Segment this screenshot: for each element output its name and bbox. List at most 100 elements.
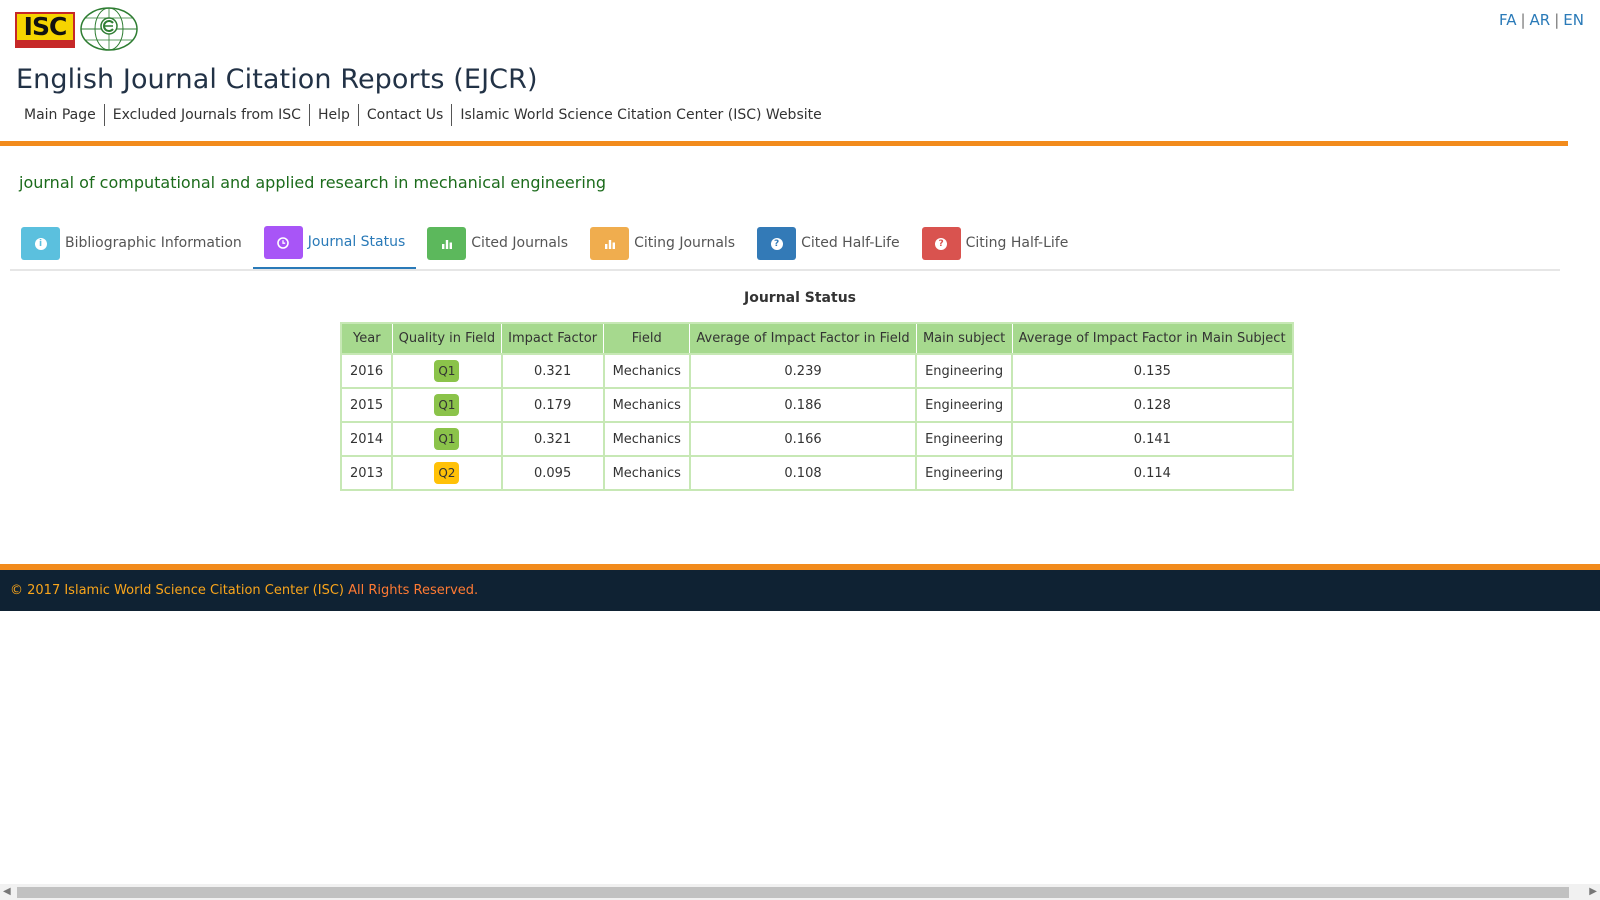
globe-logo-icon	[80, 7, 138, 51]
isc-logo-text: ISC	[23, 12, 68, 41]
cell-field: Mechanics	[602, 387, 691, 423]
top-navigation: Main Page Excluded Journals from ISC Hel…	[16, 104, 830, 126]
table-caption: Journal Status	[744, 290, 856, 306]
tab-cited-half-life[interactable]: ? Cited Half-Life	[746, 223, 911, 269]
quality-badge: Q1	[434, 394, 460, 416]
bar-chart-icon	[441, 239, 452, 249]
journal-status-table: Year Quality in Field Impact Factor Fiel…	[339, 322, 1294, 491]
cell-impact-factor: 0.321	[500, 421, 605, 457]
cell-avg-if-field: 0.108	[688, 455, 918, 491]
tab-icon-box: ?	[921, 227, 961, 260]
tab-icon-box	[427, 227, 467, 260]
cell-impact-factor: 0.321	[500, 353, 605, 389]
tab-journal-status[interactable]: Journal Status	[252, 223, 417, 269]
cell-main-subject: Engineering	[915, 387, 1014, 423]
language-link-ar[interactable]: AR	[1530, 11, 1551, 29]
tab-label: Citing Half-Life	[965, 235, 1069, 251]
isc-logo[interactable]: ISC	[15, 6, 139, 54]
tab-citing-half-life[interactable]: ? Citing Half-Life	[911, 223, 1080, 269]
table-row: 2015 Q1 0.179 Mechanics 0.186 Engineerin…	[339, 387, 1294, 423]
column-header-avg-if-field: Average of Impact Factor in Field	[689, 322, 917, 355]
column-header-avg-if-main: Average of Impact Factor in Main Subject	[1011, 322, 1294, 355]
tab-citing-journals[interactable]: Citing Journals	[579, 223, 746, 269]
tab-label: Cited Half-Life	[801, 235, 900, 251]
journal-title: journal of computational and applied res…	[19, 173, 607, 192]
nav-link-help[interactable]: Help	[308, 104, 358, 126]
isc-logo-subtitle-strip	[17, 40, 73, 46]
nav-link-contact-us[interactable]: Contact Us	[357, 104, 451, 126]
language-link-en[interactable]: EN	[1563, 11, 1584, 29]
journal-tabs: i Bibliographic Information Journal Stat…	[10, 223, 1560, 271]
cell-year: 2016	[339, 353, 394, 389]
column-header-quality: Quality in Field	[391, 322, 503, 355]
cell-year: 2015	[339, 387, 394, 423]
table-header-row: Year Quality in Field Impact Factor Fiel…	[340, 322, 1294, 355]
scroll-right-icon[interactable]: ▶	[1589, 886, 1597, 897]
cell-year: 2014	[339, 421, 394, 457]
tab-label: Citing Journals	[634, 235, 736, 251]
cell-year: 2013	[339, 455, 394, 491]
cell-avg-if-field: 0.186	[688, 387, 918, 423]
table-row: 2014 Q1 0.321 Mechanics 0.166 Engineerin…	[339, 421, 1294, 457]
question-icon: ?	[935, 237, 948, 250]
language-link-fa[interactable]: FA	[1499, 11, 1517, 29]
tab-icon-box	[590, 227, 630, 260]
cell-quality: Q1	[391, 421, 503, 457]
cell-field: Mechanics	[602, 421, 691, 457]
column-header-field: Field	[603, 322, 691, 355]
cell-field: Mechanics	[602, 353, 691, 389]
language-separator: |	[1520, 11, 1526, 29]
tab-icon-box: i	[21, 227, 60, 260]
quality-badge: Q2	[434, 462, 460, 484]
cell-impact-factor: 0.179	[500, 387, 605, 423]
copyright-text: © 2017 Islamic World Science Citation Ce…	[10, 583, 344, 598]
quality-badge: Q1	[434, 360, 460, 382]
tab-icon-box: ?	[757, 227, 797, 260]
tab-label: Cited Journals	[471, 235, 569, 251]
tab-label: Journal Status	[307, 234, 406, 250]
tab-icon-box	[263, 226, 303, 259]
bar-chart-icon	[604, 239, 615, 249]
page-footer: © 2017 Islamic World Science Citation Ce…	[0, 570, 1600, 611]
cell-avg-if-main: 0.114	[1011, 455, 1294, 491]
cell-avg-if-main: 0.135	[1011, 353, 1294, 389]
clock-icon	[277, 236, 290, 249]
language-switcher: FA | AR | EN	[1499, 11, 1584, 29]
horizontal-scrollbar[interactable]: ◀ ▶	[0, 884, 1600, 900]
table-row: 2016 Q1 0.321 Mechanics 0.239 Engineerin…	[339, 353, 1294, 389]
header-divider	[0, 141, 1568, 146]
tab-cited-journals[interactable]: Cited Journals	[416, 223, 579, 269]
language-separator: |	[1554, 11, 1560, 29]
quality-badge: Q1	[434, 428, 460, 450]
cell-avg-if-main: 0.141	[1011, 421, 1294, 457]
cell-field: Mechanics	[602, 455, 691, 491]
cell-main-subject: Engineering	[915, 455, 1014, 491]
cell-impact-factor: 0.095	[500, 455, 605, 491]
column-header-year: Year	[340, 322, 393, 355]
nav-link-excluded-journals[interactable]: Excluded Journals from ISC	[103, 104, 309, 126]
nav-link-main-page[interactable]: Main Page	[16, 104, 104, 126]
cell-avg-if-field: 0.166	[688, 421, 918, 457]
column-header-impact-factor: Impact Factor	[501, 322, 605, 355]
cell-quality: Q2	[391, 455, 503, 491]
column-header-main-subject: Main subject	[915, 322, 1013, 355]
rights-reserved-text: All Rights Reserved.	[343, 583, 479, 598]
cell-avg-if-main: 0.128	[1011, 387, 1294, 423]
footer-copyright: © 2017 Islamic World Science Citation Ce…	[10, 583, 478, 598]
question-icon: ?	[770, 237, 783, 250]
isc-logo-badge: ISC	[15, 12, 75, 48]
cell-quality: Q1	[391, 353, 503, 389]
nav-link-isc-website[interactable]: Islamic World Science Citation Center (I…	[451, 104, 829, 126]
cell-avg-if-field: 0.239	[688, 353, 918, 389]
cell-quality: Q1	[391, 387, 503, 423]
scroll-left-icon[interactable]: ◀	[3, 886, 11, 897]
table-row: 2013 Q2 0.095 Mechanics 0.108 Engineerin…	[339, 455, 1294, 491]
cell-main-subject: Engineering	[915, 421, 1014, 457]
page-header: ISC FA | AR | EN English Journal Citation Re…	[0, 0, 1600, 145]
tab-bibliographic-information[interactable]: i Bibliographic Information	[10, 223, 253, 269]
info-icon: i	[34, 237, 47, 250]
tab-label: Bibliographic Information	[65, 235, 242, 251]
scrollbar-thumb[interactable]	[17, 887, 1569, 898]
cell-main-subject: Engineering	[915, 353, 1014, 389]
site-title: English Journal Citation Reports (EJCR)	[16, 64, 538, 95]
